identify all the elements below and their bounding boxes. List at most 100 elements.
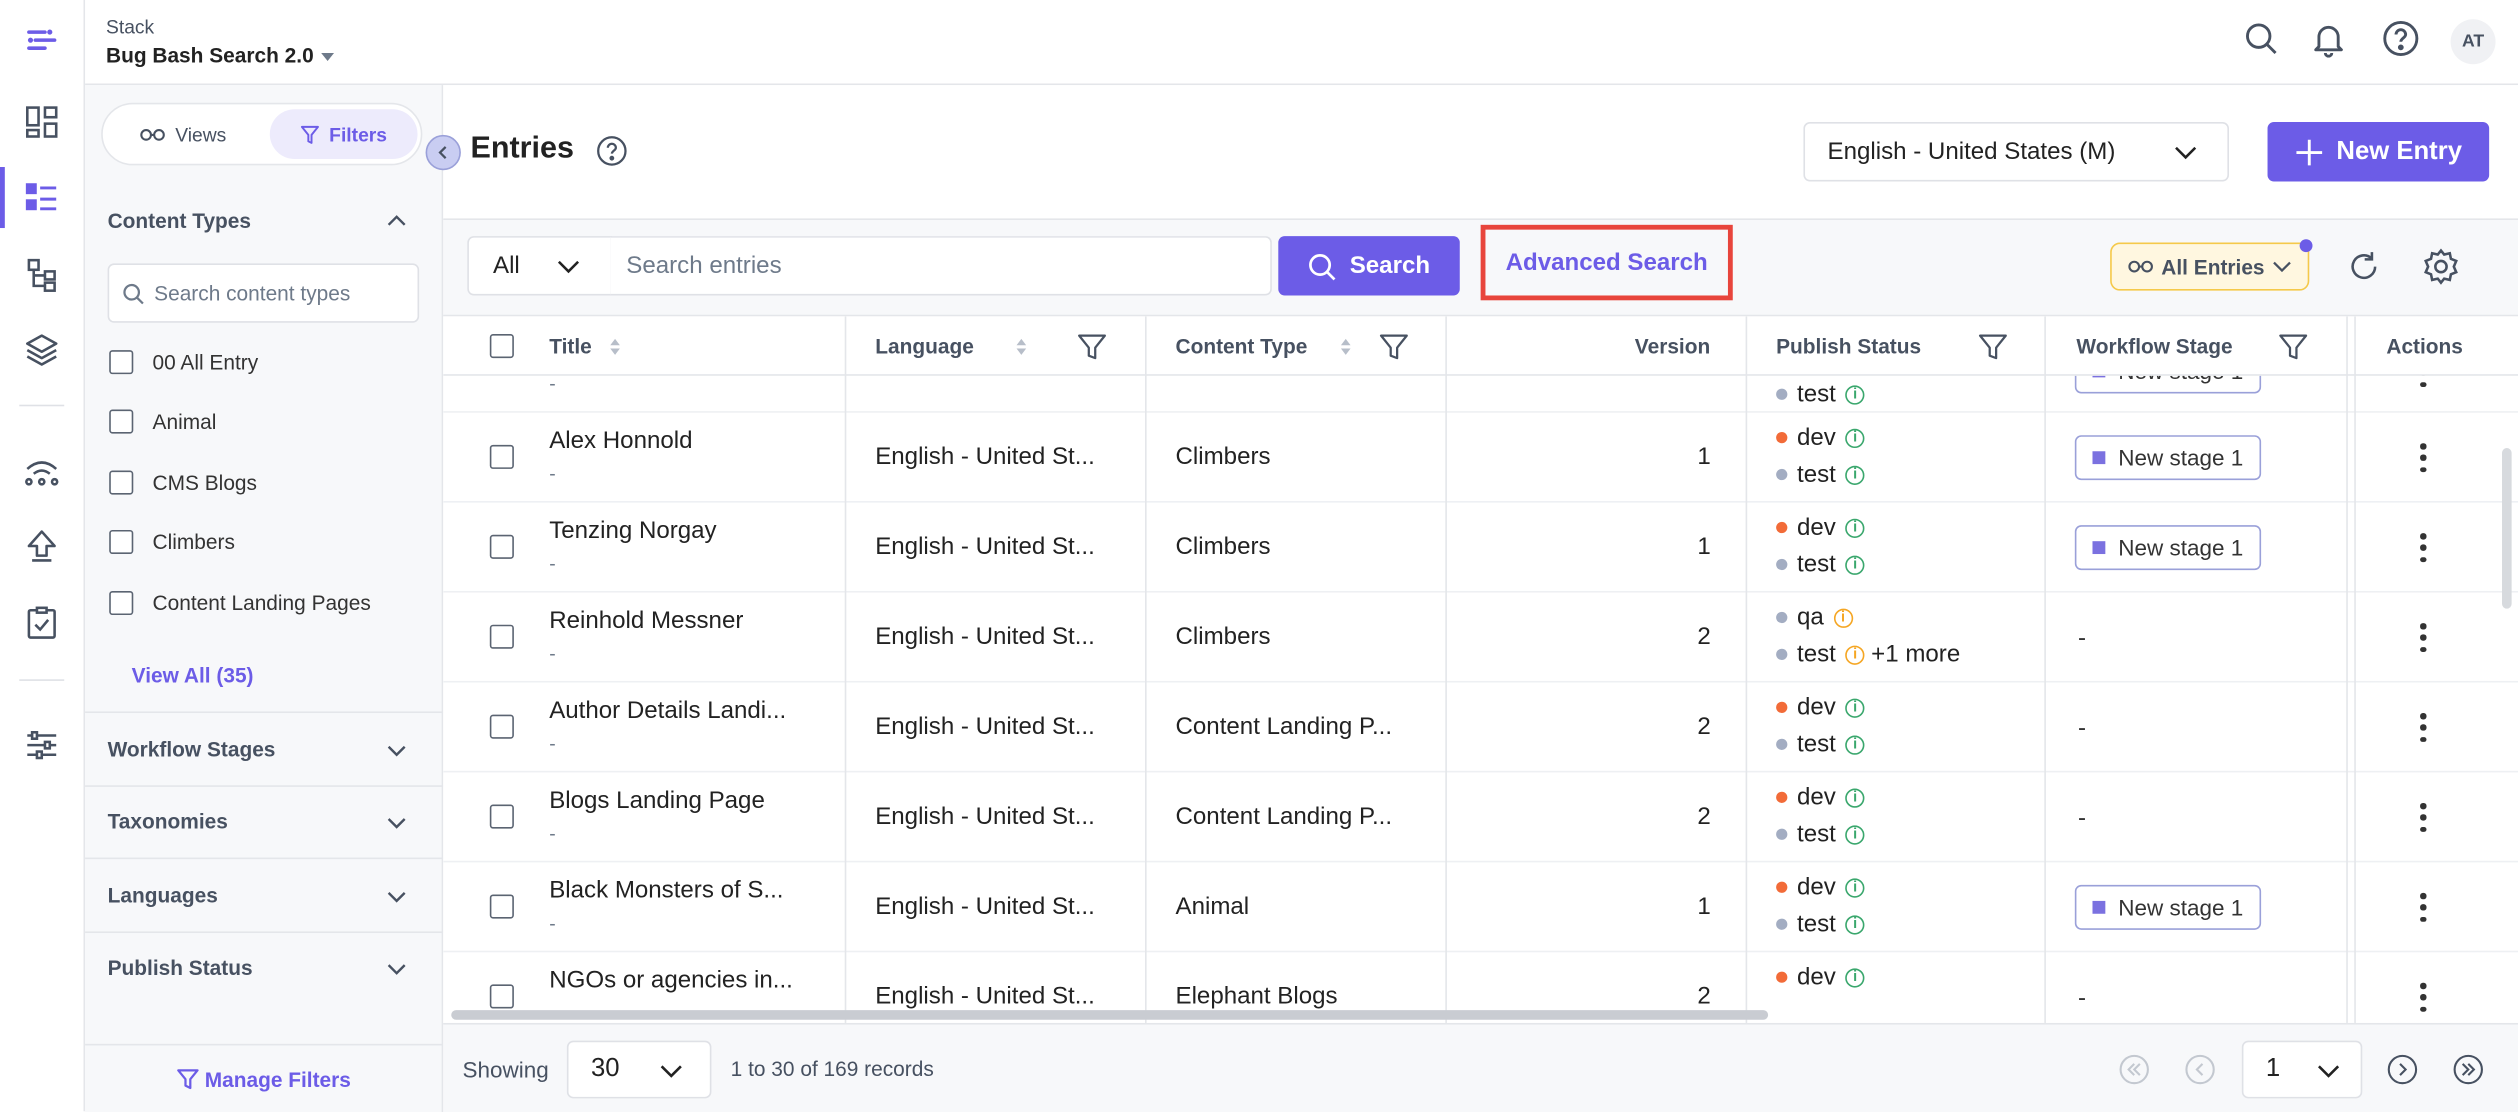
checkbox[interactable] — [109, 409, 134, 434]
table-row[interactable]: Blogs Landing Page - English - United St..… — [443, 772, 2518, 863]
sort-icon[interactable] — [608, 336, 621, 355]
published-info-icon[interactable]: i — [1845, 824, 1865, 844]
new-entry-button[interactable]: New Entry — [2267, 122, 2490, 182]
column-filter-icon[interactable] — [2277, 331, 2309, 363]
publish-status-heading[interactable]: Publish Status — [108, 956, 253, 980]
content-type-option[interactable]: 00 All Entry — [109, 350, 258, 375]
settings-sliders-icon[interactable] — [21, 724, 63, 766]
settings-gear-icon[interactable] — [2422, 247, 2461, 286]
published-info-icon[interactable]: i — [1845, 427, 1865, 448]
chevron-down-icon[interactable] — [385, 957, 407, 979]
published-info-icon[interactable]: i — [1845, 734, 1865, 754]
column-filter-icon[interactable] — [1378, 331, 1410, 363]
search-button[interactable]: Search — [1278, 236, 1460, 296]
manage-filters-button[interactable]: Manage Filters — [85, 1043, 444, 1112]
column-header-title[interactable]: Title — [549, 316, 620, 375]
entry-title-link[interactable]: NGOs or agencies in... — [549, 967, 793, 994]
refresh-icon[interactable] — [2346, 249, 2381, 284]
warning-info-icon[interactable]: i — [1833, 607, 1853, 628]
entry-title-link[interactable]: Alex Honnold — [549, 427, 692, 454]
published-info-icon[interactable]: i — [1845, 914, 1865, 934]
notifications-bell-icon[interactable] — [2309, 19, 2351, 61]
filters-tab[interactable]: Filters — [269, 109, 418, 159]
search-icon[interactable] — [2242, 19, 2284, 61]
entry-title-link[interactable]: Black Monsters of S... — [549, 877, 783, 904]
table-row[interactable]: Reinhold Messner - English - United St... C… — [443, 593, 2518, 683]
published-info-icon[interactable]: i — [1845, 517, 1865, 538]
vertical-scrollbar[interactable] — [2501, 448, 2512, 609]
search-scope-select[interactable]: All — [467, 236, 612, 296]
extensions-icon[interactable] — [21, 450, 63, 492]
more-environments-link[interactable]: +1 more — [1871, 641, 1960, 668]
assets-layers-icon[interactable] — [21, 329, 63, 371]
advanced-search-link[interactable]: Advanced Search — [1480, 224, 1733, 301]
tasks-clipboard-icon[interactable] — [21, 602, 63, 644]
publish-queue-icon[interactable] — [21, 525, 63, 567]
help-icon[interactable] — [596, 135, 628, 167]
chevron-down-icon[interactable] — [385, 739, 407, 761]
checkbox[interactable] — [109, 590, 134, 616]
next-page-icon[interactable] — [2386, 1053, 2418, 1085]
search-entries-input[interactable] — [610, 236, 1272, 296]
user-avatar[interactable]: AT — [2450, 19, 2496, 65]
published-info-icon[interactable]: i — [1845, 787, 1865, 807]
content-type-option[interactable]: Content Landing Pages — [109, 590, 371, 616]
taxonomies-heading[interactable]: Taxonomies — [108, 809, 228, 833]
row-checkbox[interactable] — [489, 534, 514, 559]
column-header-publish-status[interactable]: Publish Status — [1776, 316, 1921, 375]
contentstack-logo-icon[interactable] — [21, 19, 63, 61]
stack-switcher[interactable]: Bug Bash Search 2.0 — [106, 43, 335, 67]
first-page-icon[interactable] — [2118, 1053, 2150, 1085]
row-actions-menu[interactable] — [2420, 713, 2427, 742]
row-actions-menu[interactable] — [2420, 623, 2427, 652]
views-tab[interactable]: Views — [106, 109, 260, 159]
content-models-icon[interactable] — [21, 254, 63, 296]
row-checkbox[interactable] — [489, 444, 514, 469]
sort-icon[interactable] — [1339, 336, 1352, 355]
row-checkbox[interactable] — [489, 804, 514, 829]
published-info-icon[interactable]: i — [1845, 384, 1865, 404]
chevron-down-icon[interactable] — [385, 885, 407, 907]
checkbox[interactable] — [109, 350, 134, 375]
chevron-down-icon[interactable] — [385, 811, 407, 833]
table-row[interactable]: Alex Honnold - English - United St... Climb… — [443, 413, 2518, 503]
view-all-content-types-link[interactable]: View All (35) — [132, 663, 254, 687]
checkbox[interactable] — [109, 470, 134, 495]
published-info-icon[interactable]: i — [1845, 877, 1865, 897]
collapse-panel-button[interactable] — [425, 134, 461, 171]
row-actions-menu[interactable] — [2420, 533, 2427, 563]
page-number-select[interactable]: 1 — [2241, 1040, 2363, 1099]
column-header-content-type[interactable]: Content Type — [1176, 316, 1353, 375]
column-header-language[interactable]: Language — [875, 316, 1028, 375]
table-row[interactable]: Black Monsters of S... - English - United … — [443, 862, 2518, 953]
last-page-icon[interactable] — [2452, 1053, 2484, 1085]
warning-info-icon[interactable]: i — [1845, 644, 1865, 665]
column-filter-icon[interactable] — [1977, 331, 2009, 363]
languages-heading[interactable]: Languages — [108, 883, 218, 907]
content-type-search[interactable]: Search content types — [107, 263, 420, 323]
content-types-heading[interactable]: Content Types — [108, 209, 251, 233]
table-row[interactable]: Tenzing Norgay - English - United St... Cli… — [443, 503, 2518, 593]
entry-title-link[interactable]: Blogs Landing Page — [549, 787, 765, 814]
column-filter-icon[interactable] — [1076, 331, 1108, 363]
row-checkbox[interactable] — [489, 624, 514, 649]
content-type-option[interactable]: CMS Blogs — [109, 470, 257, 495]
checkbox[interactable] — [109, 529, 134, 555]
row-actions-menu[interactable] — [2420, 892, 2427, 922]
row-checkbox[interactable] — [489, 984, 514, 1009]
row-actions-menu[interactable] — [2420, 982, 2427, 1012]
published-info-icon[interactable]: i — [1845, 464, 1865, 485]
workflow-stages-heading[interactable]: Workflow Stages — [108, 737, 276, 761]
published-info-icon[interactable]: i — [1845, 697, 1865, 718]
per-page-select[interactable]: 30 — [566, 1040, 712, 1099]
entry-title-link[interactable]: Reinhold Messner — [549, 607, 743, 634]
column-header-version[interactable]: Version — [1635, 316, 1710, 375]
column-header-workflow-stage[interactable]: Workflow Stage — [2076, 316, 2232, 375]
help-icon[interactable] — [2382, 19, 2424, 61]
select-all-checkbox[interactable] — [489, 334, 514, 359]
workflow-stage-chip[interactable]: New stage 1 — [2074, 884, 2262, 930]
dashboard-icon[interactable] — [21, 101, 63, 143]
row-checkbox[interactable] — [489, 894, 514, 919]
row-actions-menu[interactable] — [2420, 443, 2427, 473]
published-info-icon[interactable]: i — [1845, 554, 1865, 575]
